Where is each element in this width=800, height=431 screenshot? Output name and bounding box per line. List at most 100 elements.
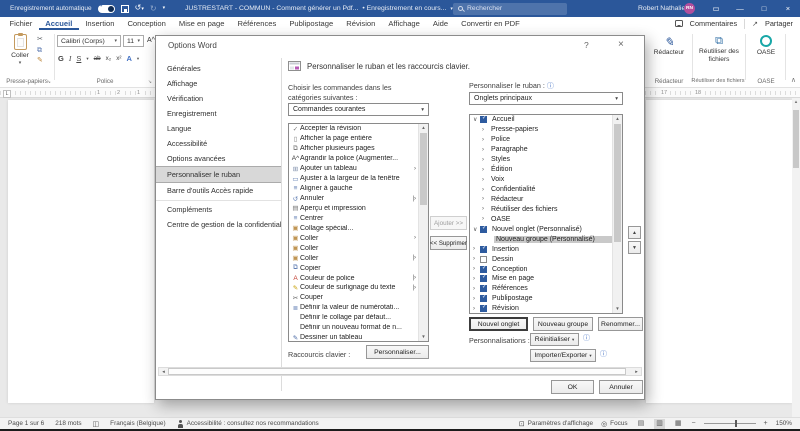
scroll-right-icon[interactable]: ▸ xyxy=(632,368,641,375)
command-item[interactable]: ▣ Coller › xyxy=(289,233,418,243)
tree-item[interactable]: › OASE xyxy=(470,214,612,224)
options-nav-item[interactable]: Générales xyxy=(156,61,281,76)
scrollbar-thumb[interactable] xyxy=(793,110,799,168)
chevron-icon[interactable]: › xyxy=(482,157,489,163)
options-nav-item[interactable]: Personnaliser le ruban xyxy=(156,166,281,183)
avatar[interactable]: RN xyxy=(684,3,695,14)
command-item[interactable]: ⧉ Copier xyxy=(289,263,418,273)
chevron-icon[interactable]: › xyxy=(482,187,489,193)
info-icon[interactable]: ⓘ xyxy=(600,349,607,359)
scroll-left-icon[interactable]: ◂ xyxy=(159,368,168,375)
command-item[interactable]: A^ Agrandir la police (Augmenter... xyxy=(289,154,418,164)
strikethrough-button[interactable]: ab xyxy=(94,55,101,62)
command-item[interactable]: A Couleur de police |› xyxy=(289,273,418,283)
read-mode-button[interactable]: ▤ xyxy=(636,419,647,429)
tree-item[interactable]: › Mise en page xyxy=(470,274,612,284)
checkbox[interactable] xyxy=(480,246,487,253)
ribbon-tab[interactable]: Révision xyxy=(340,17,382,30)
cut-icon[interactable]: ✂ xyxy=(37,36,43,43)
superscript-button[interactable]: x² xyxy=(116,55,121,62)
dialog-horizontal-scrollbar[interactable]: ◂ ▸ xyxy=(158,367,642,376)
commands-scrollbar[interactable]: ▲ ▼ xyxy=(418,124,428,341)
command-item[interactable]: ≡ Centrer xyxy=(289,213,418,223)
comments-button[interactable]: Commentaires xyxy=(690,19,737,28)
scroll-down-icon[interactable]: ▼ xyxy=(613,305,622,313)
checkbox[interactable] xyxy=(480,266,487,273)
tree-item[interactable]: › Styles xyxy=(470,155,612,165)
chevron-icon[interactable]: › xyxy=(482,216,489,222)
ribbon-tab[interactable]: Affichage xyxy=(382,17,427,30)
underline-dropdown-icon[interactable]: ▾ xyxy=(86,56,88,62)
rename-button[interactable]: Renommer... xyxy=(598,317,643,331)
chevron-icon[interactable]: ∨ xyxy=(473,226,480,233)
tree-item[interactable]: › Références xyxy=(470,284,612,294)
command-item[interactable]: ✓ Accepter la révision xyxy=(289,124,418,134)
command-item[interactable]: ▤ Aperçu et impression xyxy=(289,204,418,214)
tree-item[interactable]: › Confidentialité xyxy=(470,185,612,195)
options-nav-item[interactable]: Langue xyxy=(156,121,281,136)
underline-button[interactable]: S xyxy=(76,54,81,63)
paste-dropdown-icon[interactable]: ▾ xyxy=(19,60,22,66)
tree-item[interactable]: › Rédacteur xyxy=(470,195,612,205)
chevron-icon[interactable]: › xyxy=(473,276,480,282)
chevron-icon[interactable]: › xyxy=(473,296,480,302)
tree-item[interactable]: › Publipostage xyxy=(470,294,612,304)
options-nav-item[interactable]: Enregistrement xyxy=(156,106,281,121)
qat-menu-icon[interactable]: ▾ xyxy=(163,0,166,17)
proofing-icon[interactable]: ◫ xyxy=(93,420,100,428)
font-size-select[interactable]: 11▾ xyxy=(123,35,144,47)
font-name-select[interactable]: Calibri (Corps)▾ xyxy=(57,35,121,47)
scroll-up-icon[interactable]: ▲ xyxy=(419,124,428,132)
tree-item[interactable]: › Édition xyxy=(470,165,612,175)
checkbox[interactable] xyxy=(480,295,487,302)
chevron-icon[interactable]: › xyxy=(473,256,480,262)
zoom-in-button[interactable]: + xyxy=(764,420,768,427)
autosave-toggle[interactable] xyxy=(98,5,115,13)
tree-item[interactable]: › Presse-papiers xyxy=(470,125,612,135)
scrollbar-thumb[interactable] xyxy=(614,124,621,242)
tree-item[interactable]: › Révision xyxy=(470,304,612,314)
command-item[interactable]: ↺ Annuler |› xyxy=(289,194,418,204)
user-name[interactable]: Robert Nathalie xyxy=(638,0,685,17)
checkbox[interactable] xyxy=(480,275,487,282)
command-item[interactable]: ≡ Aligner à gauche xyxy=(289,184,418,194)
zoom-slider-thumb[interactable] xyxy=(735,420,737,427)
checkbox[interactable] xyxy=(480,226,487,233)
zoom-level[interactable]: 150% xyxy=(776,420,792,427)
cancel-button[interactable]: Annuler xyxy=(599,380,643,394)
tree-item[interactable]: Nouveau groupe (Personnalisé) xyxy=(470,234,612,244)
dialog-help-button[interactable]: ? xyxy=(584,40,589,50)
grow-font-button[interactable]: A^ xyxy=(147,37,155,44)
zoom-slider[interactable] xyxy=(704,423,756,424)
collapse-ribbon-icon[interactable]: ∧ xyxy=(791,76,796,84)
tree-scrollbar[interactable]: ▲ ▼ xyxy=(612,115,622,313)
undo-icon[interactable]: ↺▾ xyxy=(135,0,144,18)
command-item[interactable]: ▣ Collage spécial... xyxy=(289,223,418,233)
save-icon[interactable] xyxy=(121,5,129,13)
command-item[interactable]: ▯ Afficher la page entière xyxy=(289,134,418,144)
options-nav-item[interactable]: Compléments xyxy=(156,200,281,217)
options-nav-item[interactable]: Centre de gestion de la confidentialité xyxy=(156,217,281,232)
ok-button[interactable]: OK xyxy=(551,380,594,394)
ribbon-tab[interactable]: Fichier xyxy=(3,17,39,30)
customize-shortcuts-button[interactable]: Personnaliser... xyxy=(366,345,429,359)
chevron-icon[interactable]: › xyxy=(473,306,480,312)
command-item[interactable]: ✎ Dessiner un tableau xyxy=(289,333,418,342)
tree-item[interactable]: › Dessin xyxy=(470,254,612,264)
options-nav-item[interactable]: Options avancées xyxy=(156,151,281,166)
share-button[interactable]: Partager xyxy=(765,19,793,28)
reuse-files-button[interactable]: ⧉ Réutiliser des fichiers xyxy=(695,35,743,64)
paste-button[interactable]: Coller ▾ xyxy=(7,34,33,76)
options-nav-item[interactable]: Accessibilité xyxy=(156,136,281,151)
web-layout-button[interactable]: ▦ xyxy=(673,419,684,429)
scroll-up-icon[interactable]: ▴ xyxy=(792,98,800,107)
chevron-icon[interactable]: › xyxy=(482,147,489,153)
import-export-button[interactable]: Importer/Exporter▾ xyxy=(530,349,596,362)
checkbox[interactable] xyxy=(480,256,487,263)
maximize-button[interactable]: □ xyxy=(752,0,776,17)
chevron-icon[interactable]: › xyxy=(473,286,480,292)
chevron-icon[interactable]: › xyxy=(482,137,489,143)
info-icon[interactable]: ⓘ xyxy=(583,333,590,343)
remove-button[interactable]: << Supprimer xyxy=(430,236,467,250)
command-item[interactable]: ⊞ Ajouter un tableau › xyxy=(289,164,418,174)
